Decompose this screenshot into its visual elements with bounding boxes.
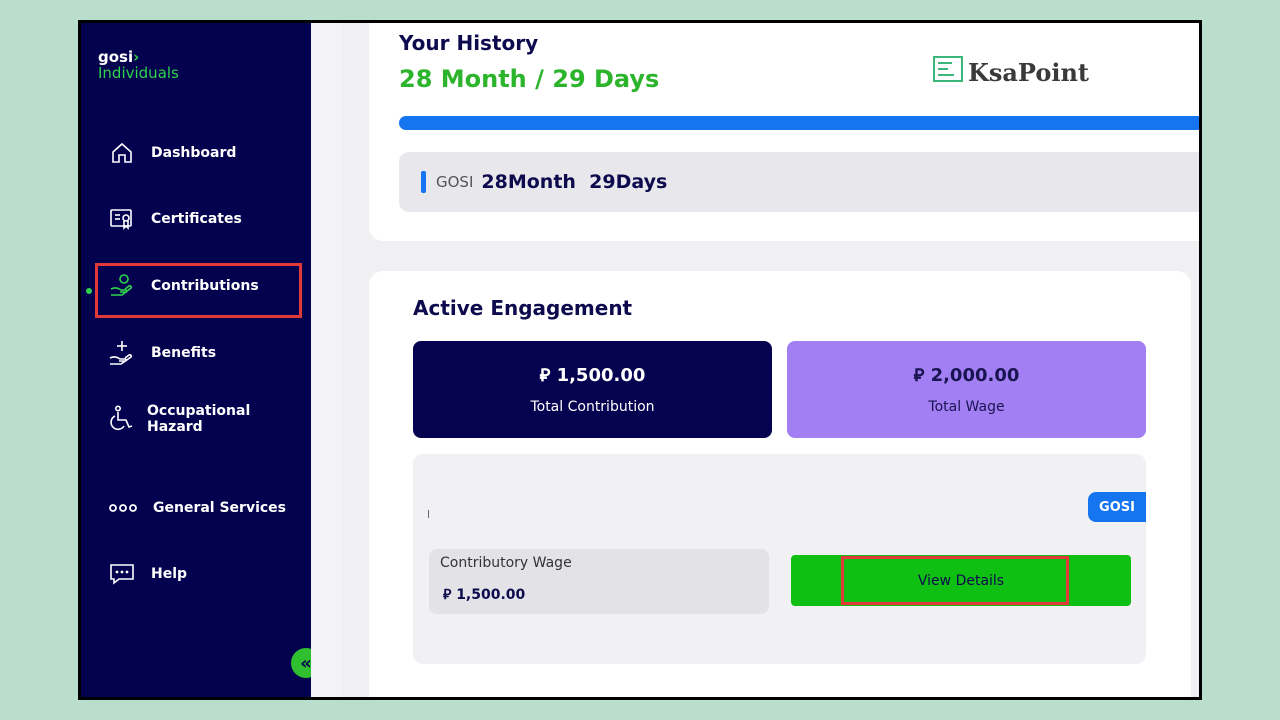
sidebar-item-label: Occupational Hazard xyxy=(147,403,251,435)
app-window: gosi› Individuals Dashboard Certificates xyxy=(81,23,1199,697)
brand-subtitle: Individuals xyxy=(98,64,179,82)
sidebar-item-dashboard[interactable]: Dashboard xyxy=(107,133,236,173)
sidebar-item-benefits[interactable]: Benefits xyxy=(107,333,216,373)
sidebar-item-label: Help xyxy=(151,566,188,582)
sidebar: gosi› Individuals Dashboard Certificates xyxy=(81,23,311,697)
history-progress-bar xyxy=(399,116,1199,130)
contributions-highlight xyxy=(95,263,302,318)
brand-logo[interactable]: gosi› Individuals xyxy=(98,49,179,81)
history-card: Your History 28 Month / 29 Days KsaPoint… xyxy=(369,23,1199,241)
contributory-wage-value: ⃁ 1,500.00 xyxy=(443,587,526,603)
active-engagement-title: Active Engagement xyxy=(413,296,633,320)
hand-plus-icon xyxy=(107,338,137,368)
total-contribution-tile: ⃁ 1,500.00 Total Contribution xyxy=(413,341,772,438)
view-details-highlight xyxy=(841,556,1069,605)
home-icon xyxy=(107,138,137,168)
sidebar-item-label: Certificates xyxy=(151,211,242,227)
wheelchair-icon xyxy=(107,404,137,434)
sidebar-item-general-services[interactable]: General Services xyxy=(107,488,286,528)
gosi-duration-row: GOSI 28Month 29Days xyxy=(399,152,1199,212)
total-contribution-label: Total Contribution xyxy=(530,399,655,415)
history-title: Your History xyxy=(399,31,539,55)
sidebar-item-label: General Services xyxy=(153,500,287,516)
gosi-duration-value: 28Month 29Days xyxy=(481,171,668,193)
sidebar-item-label: Dashboard xyxy=(151,145,237,161)
sidebar-item-certificates[interactable]: Certificates xyxy=(107,199,242,239)
main-content: Your History 28 Month / 29 Days KsaPoint… xyxy=(311,23,1199,697)
screenshot-frame: gosi› Individuals Dashboard Certificates xyxy=(78,20,1202,700)
active-indicator xyxy=(86,288,92,294)
dots-icon xyxy=(107,493,139,523)
engagement-item: GOSI Contributory Wage ⃁ 1,500.00 View D… xyxy=(413,454,1146,664)
history-duration: 28 Month / 29 Days xyxy=(399,65,660,93)
certificate-icon xyxy=(107,204,137,234)
sidebar-item-help[interactable]: Help xyxy=(107,554,187,594)
content-gutter xyxy=(311,23,341,697)
active-engagement-card: Active Engagement ⃁ 1,500.00 Total Contr… xyxy=(369,271,1191,697)
ksapoint-watermark: KsaPoint xyxy=(932,55,1089,89)
sidebar-item-label: Benefits xyxy=(151,345,217,361)
gosi-badge: GOSI xyxy=(1088,492,1146,522)
contributory-wage-box: Contributory Wage ⃁ 1,500.00 xyxy=(429,549,769,614)
chat-icon xyxy=(107,559,137,589)
sidebar-item-occupational-hazard[interactable]: Occupational Hazard xyxy=(107,399,250,439)
total-wage-tile: ⃁ 2,000.00 Total Wage xyxy=(787,341,1146,438)
gosi-marker xyxy=(421,171,426,193)
contributory-wage-label: Contributory Wage xyxy=(440,555,572,571)
ksapoint-logo-icon xyxy=(932,55,964,89)
total-wage-label: Total Wage xyxy=(928,399,1005,415)
ksapoint-logo-text: KsaPoint xyxy=(968,57,1089,87)
total-wage-value: ⃁ 2,000.00 xyxy=(913,365,1020,386)
total-contribution-value: ⃁ 1,500.00 xyxy=(539,365,646,386)
gosi-tag: GOSI xyxy=(436,173,474,191)
redacted-mark xyxy=(428,510,429,518)
